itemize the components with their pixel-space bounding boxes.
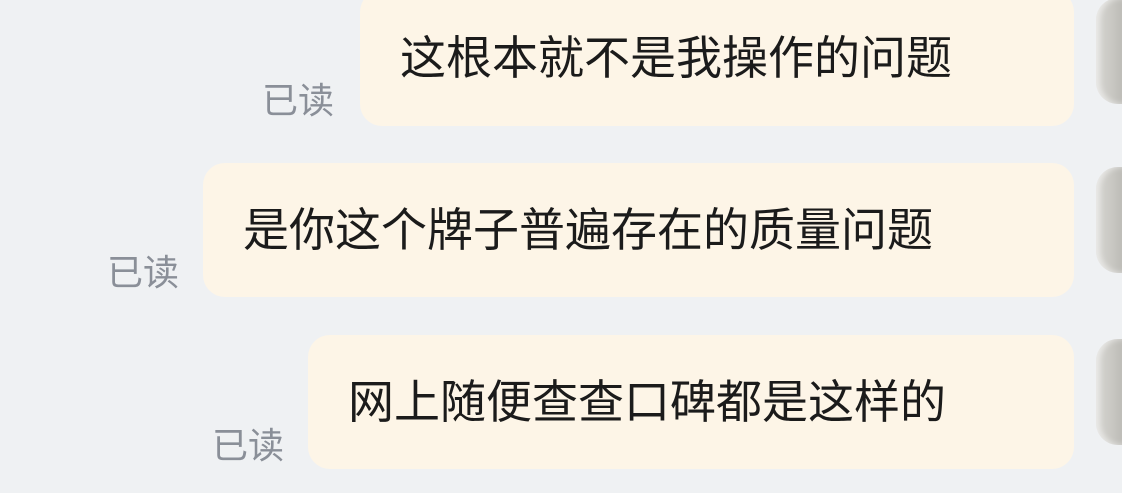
message-bubble[interactable]: 网上随便查查口碑都是这样的 <box>308 335 1074 469</box>
message-bubble[interactable]: 是你这个牌子普遍存在的质量问题 <box>203 163 1074 297</box>
message-text: 这根本就不是我操作的问题 <box>400 31 952 85</box>
message-row: 网上随便查查口碑都是这样的 已读 <box>0 335 1122 475</box>
avatar[interactable] <box>1096 339 1122 445</box>
avatar[interactable] <box>1096 0 1122 104</box>
message-bubble[interactable]: 这根本就不是我操作的问题 <box>360 0 1074 126</box>
avatar[interactable] <box>1096 167 1122 273</box>
message-text: 网上随便查查口碑都是这样的 <box>348 375 946 429</box>
read-receipt: 已读 <box>107 253 180 294</box>
message-row: 是你这个牌子普遍存在的质量问题 已读 <box>0 163 1122 303</box>
read-receipt: 已读 <box>212 426 285 467</box>
chat-message-list: 这根本就不是我操作的问题 已读 是你这个牌子普遍存在的质量问题 已读 网上随便查… <box>0 0 1122 493</box>
message-text: 是你这个牌子普遍存在的质量问题 <box>243 203 933 257</box>
read-receipt: 已读 <box>262 81 335 122</box>
message-row: 这根本就不是我操作的问题 已读 <box>0 0 1122 130</box>
